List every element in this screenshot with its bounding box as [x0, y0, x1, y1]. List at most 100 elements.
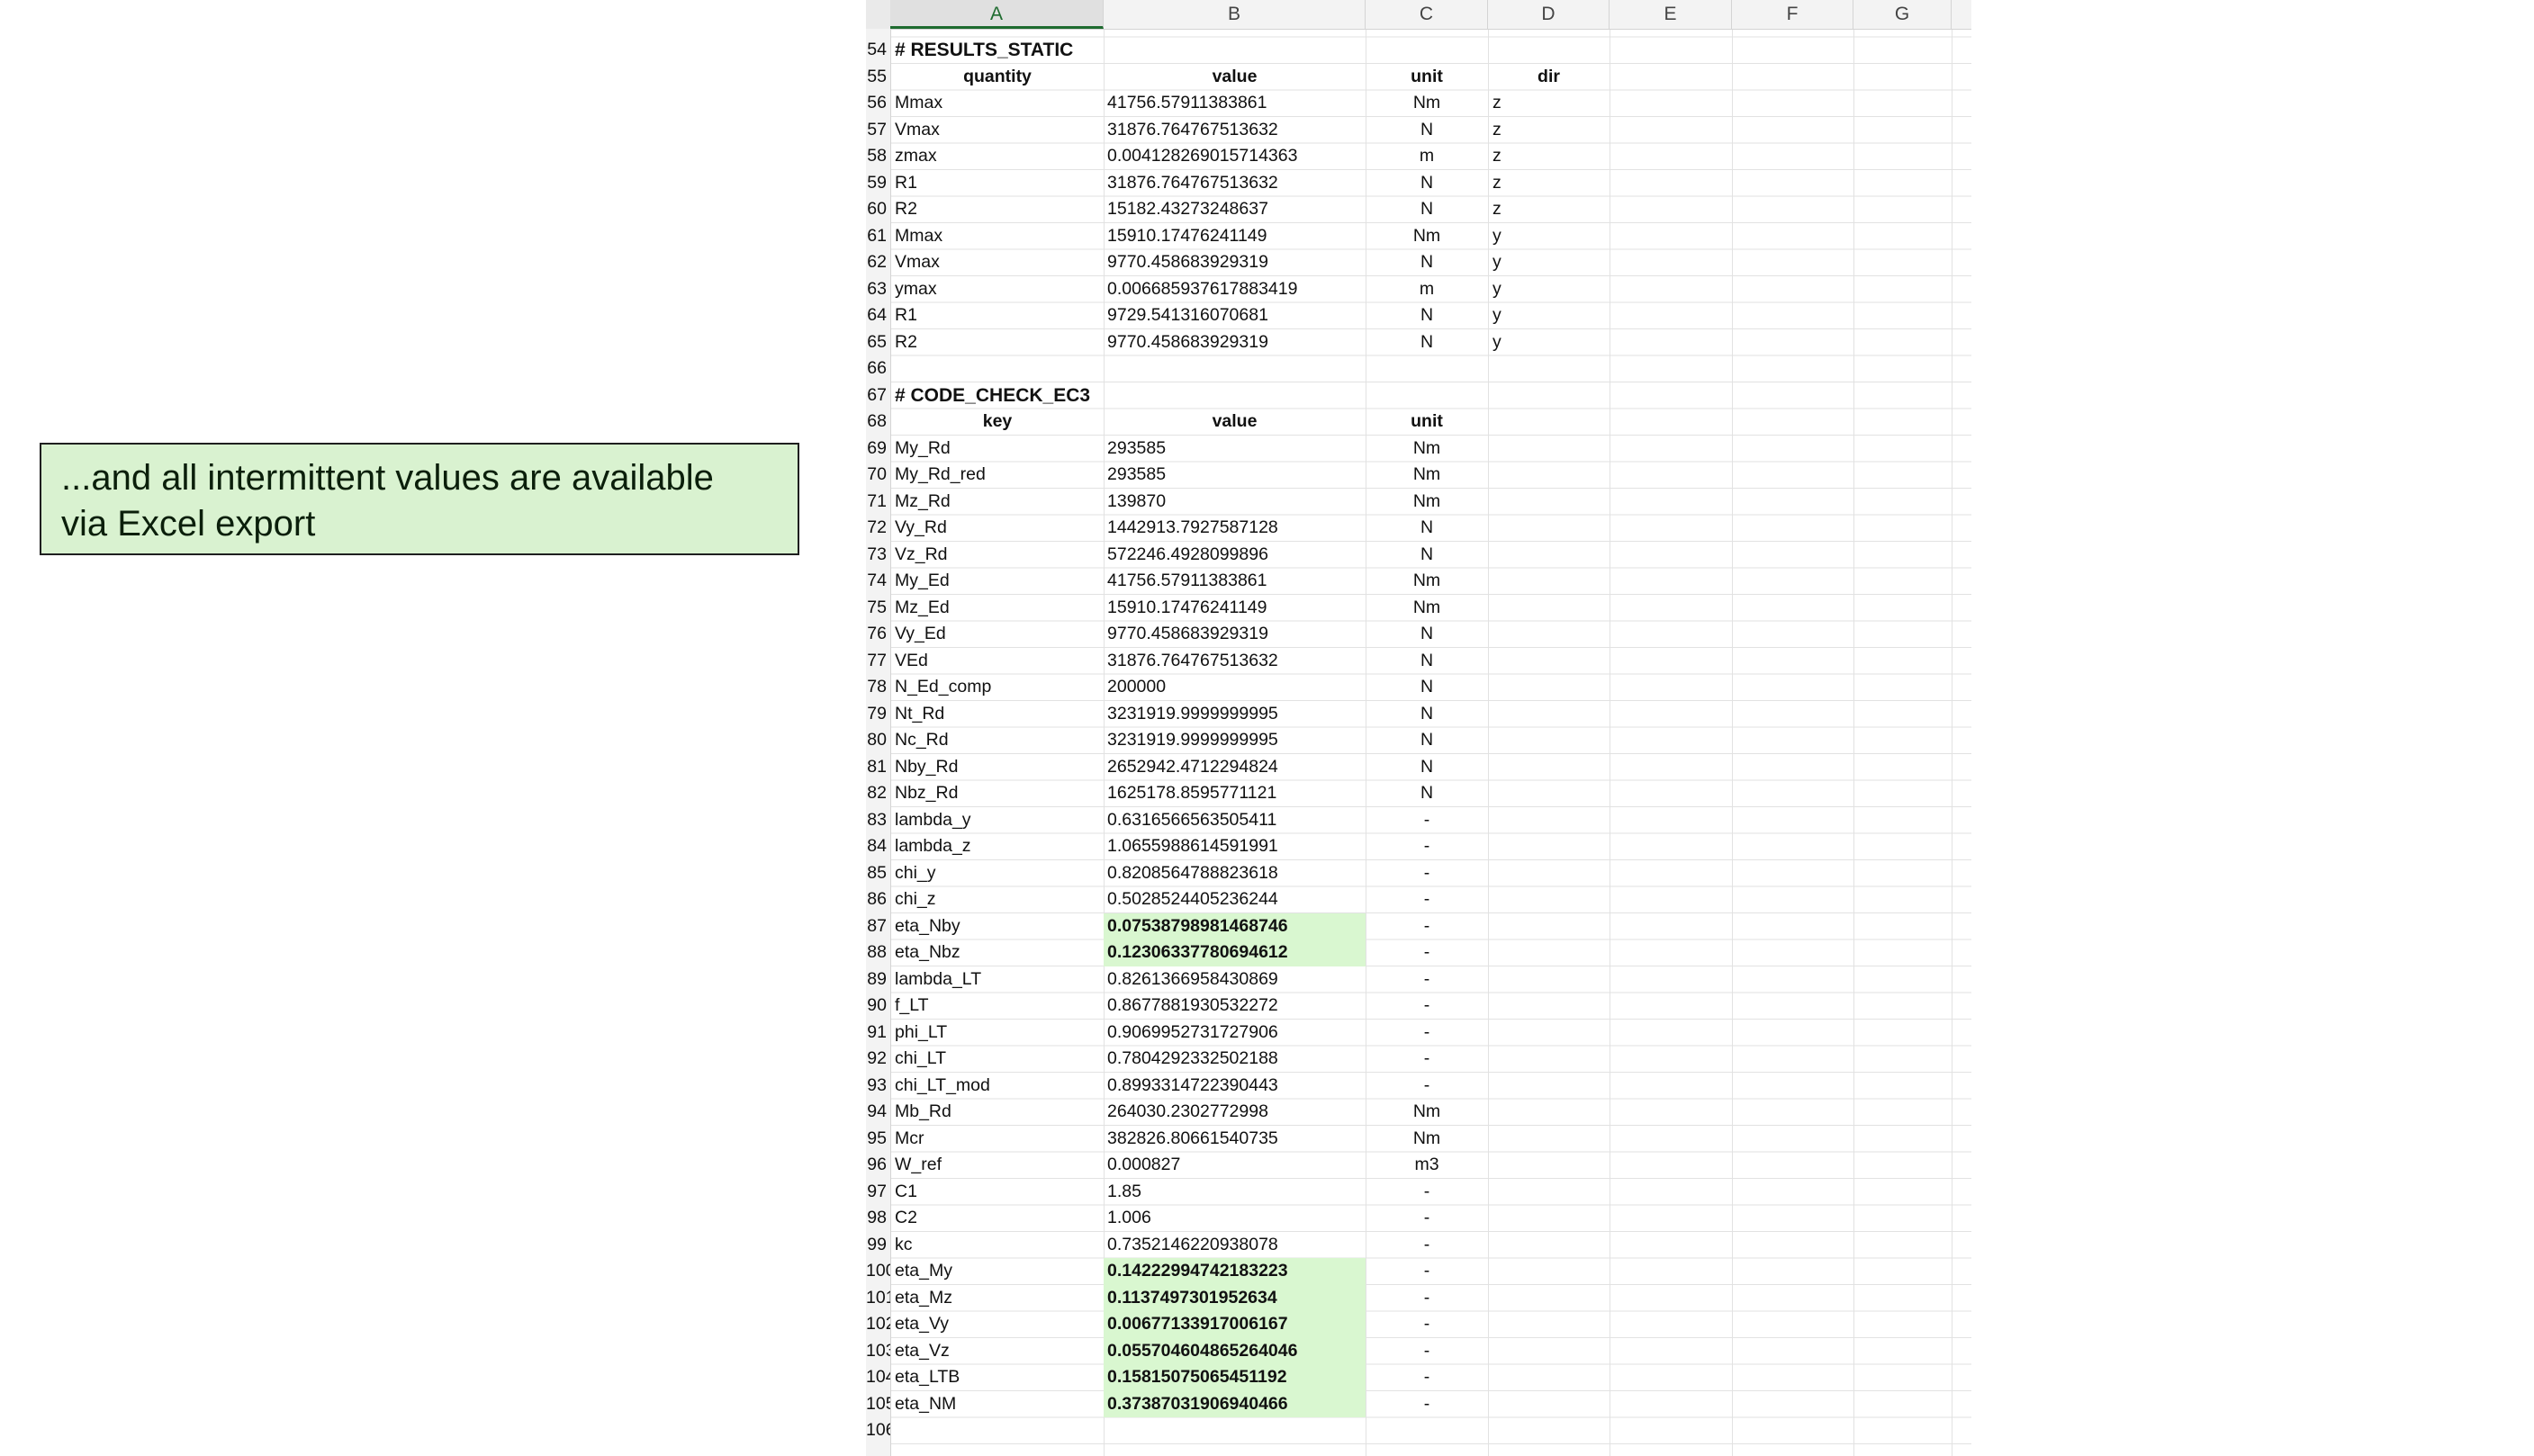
cell-b[interactable]: 0.8261366958430869	[1104, 966, 1366, 993]
cell-b[interactable]	[1104, 355, 1366, 382]
cell-c[interactable]: Nm	[1366, 1099, 1488, 1126]
cell-d[interactable]: y	[1488, 302, 1610, 329]
cell-c[interactable]: -	[1366, 939, 1488, 966]
cell-b[interactable]: 41756.57911383861	[1104, 568, 1366, 595]
cell-c[interactable]: -	[1366, 833, 1488, 860]
cell-c[interactable]: -	[1366, 807, 1488, 834]
cell-b[interactable]: 0.8993314722390443	[1104, 1073, 1366, 1100]
cell-d[interactable]	[1488, 382, 1610, 409]
cell-b[interactable]: 0.00677133917006167	[1104, 1311, 1366, 1338]
cell-b[interactable]: 0.6316566563505411	[1104, 807, 1366, 834]
cell-d[interactable]	[1488, 1152, 1610, 1179]
cell-d[interactable]	[1488, 515, 1610, 542]
cell-c[interactable]: -	[1366, 1073, 1488, 1100]
cell-c[interactable]	[1366, 1417, 1488, 1444]
column-header-a[interactable]: A	[890, 0, 1104, 29]
cell-a[interactable]: My_Rd_red	[891, 462, 1104, 489]
cell-b[interactable]: 2652942.4712294824	[1104, 754, 1366, 781]
cell-d[interactable]	[1488, 1338, 1610, 1365]
cell-a[interactable]: eta_LTB	[891, 1364, 1104, 1391]
cell-c[interactable]: N	[1366, 780, 1488, 807]
cell-c[interactable]: N	[1366, 701, 1488, 728]
cell-c[interactable]: m3	[1366, 1152, 1488, 1179]
cell-d[interactable]	[1488, 913, 1610, 940]
cell-a[interactable]: ymax	[891, 276, 1104, 303]
cell-d[interactable]	[1488, 1126, 1610, 1153]
cell-b[interactable]: 15910.17476241149	[1104, 595, 1366, 622]
cell-b[interactable]: 3231919.9999999995	[1104, 727, 1366, 754]
cell-d[interactable]	[1488, 754, 1610, 781]
cell-b[interactable]	[1104, 37, 1366, 64]
cell-a[interactable]: My_Ed	[891, 568, 1104, 595]
cell-c[interactable]: Nm	[1366, 436, 1488, 463]
cell-b[interactable]: 31876.764767513632	[1104, 648, 1366, 675]
cell-c[interactable]: -	[1366, 1285, 1488, 1312]
cell-d[interactable]	[1488, 568, 1610, 595]
cell-b[interactable]: 572246.4928099896	[1104, 542, 1366, 569]
cell-d[interactable]	[1488, 1179, 1610, 1206]
cell-d[interactable]: dir	[1488, 64, 1610, 91]
cell-c[interactable]: -	[1366, 1338, 1488, 1365]
cell-c[interactable]: N	[1366, 648, 1488, 675]
cell-a[interactable]: My_Rd	[891, 436, 1104, 463]
cell-a[interactable]: eta_Nby	[891, 913, 1104, 940]
cell-d[interactable]	[1488, 542, 1610, 569]
cell-a[interactable]: kc	[891, 1232, 1104, 1259]
cell-c[interactable]: -	[1366, 860, 1488, 887]
cell-d[interactable]	[1488, 860, 1610, 887]
cell-d[interactable]: z	[1488, 143, 1610, 170]
cell-c[interactable]: -	[1366, 1020, 1488, 1047]
cell-c[interactable]	[1366, 37, 1488, 64]
cell-b[interactable]: 139870	[1104, 489, 1366, 516]
cell-b[interactable]: 41756.57911383861	[1104, 90, 1366, 117]
column-header-d[interactable]: D	[1488, 0, 1610, 29]
cell-a[interactable]: lambda_LT	[891, 966, 1104, 993]
cell-b[interactable]: 0.055704604865264046	[1104, 1337, 1366, 1364]
cell-a[interactable]: Mz_Rd	[891, 489, 1104, 516]
cell-b[interactable]: 264030.2302772998	[1104, 1099, 1366, 1126]
cell-a[interactable]: eta_Mz	[891, 1285, 1104, 1312]
cell-a[interactable]: W_ref	[891, 1152, 1104, 1179]
cell-a[interactable]: R1	[891, 170, 1104, 197]
cell-d[interactable]	[1488, 1391, 1610, 1418]
cell-a[interactable]: VEd	[891, 648, 1104, 675]
cell-c[interactable]: Nm	[1366, 1126, 1488, 1153]
cell-b[interactable]: 382826.80661540735	[1104, 1126, 1366, 1153]
cell-d[interactable]: z	[1488, 90, 1610, 117]
cell-b[interactable]: 0.15815075065451192	[1104, 1364, 1366, 1391]
cell-a[interactable]: chi_LT_mod	[891, 1073, 1104, 1100]
column-header-f[interactable]: F	[1732, 0, 1853, 29]
cell-b[interactable]: 0.07538798981468746	[1104, 912, 1366, 939]
cell-d[interactable]	[1488, 436, 1610, 463]
cell-b[interactable]: 0.006685937617883419	[1104, 276, 1366, 303]
cell-d[interactable]: y	[1488, 276, 1610, 303]
cell-a[interactable]: Vmax	[891, 249, 1104, 276]
cell-c[interactable]: Nm	[1366, 595, 1488, 622]
cell-b[interactable]: 1625178.8595771121	[1104, 780, 1366, 807]
spreadsheet[interactable]: A B C D E F G 54 # RESULTS_STATIC 55 quanti…	[866, 0, 1971, 1456]
column-header-b[interactable]: B	[1104, 0, 1366, 29]
cell-a[interactable]: zmax	[891, 143, 1104, 170]
cell-a[interactable]: Mcr	[891, 1126, 1104, 1153]
cell-b[interactable]: 0.7804292332502188	[1104, 1046, 1366, 1073]
cell-d[interactable]	[1488, 648, 1610, 675]
cell-d[interactable]	[1488, 1285, 1610, 1312]
cell-c[interactable]: Nm	[1366, 90, 1488, 117]
cell-c[interactable]: unit	[1366, 409, 1488, 436]
cell-d[interactable]	[1488, 1020, 1610, 1047]
column-header-c[interactable]: C	[1366, 0, 1488, 29]
cell-d[interactable]	[1488, 409, 1610, 436]
cell-c[interactable]: N	[1366, 249, 1488, 276]
cell-a[interactable]: R2	[891, 196, 1104, 223]
cell-d[interactable]	[1488, 886, 1610, 913]
cell-c[interactable]: N	[1366, 196, 1488, 223]
cell-a[interactable]: eta_Vz	[891, 1338, 1104, 1365]
cell-b[interactable]: 0.9069952731727906	[1104, 1020, 1366, 1047]
cell-b[interactable]	[1104, 1417, 1366, 1444]
cell-b[interactable]: 1.85	[1104, 1179, 1366, 1206]
cell-c[interactable]: N	[1366, 329, 1488, 356]
cell-c[interactable]: N	[1366, 727, 1488, 754]
cell-c[interactable]: -	[1366, 1046, 1488, 1073]
cell-a[interactable]: chi_z	[891, 886, 1104, 913]
cell-c[interactable]: -	[1366, 886, 1488, 913]
